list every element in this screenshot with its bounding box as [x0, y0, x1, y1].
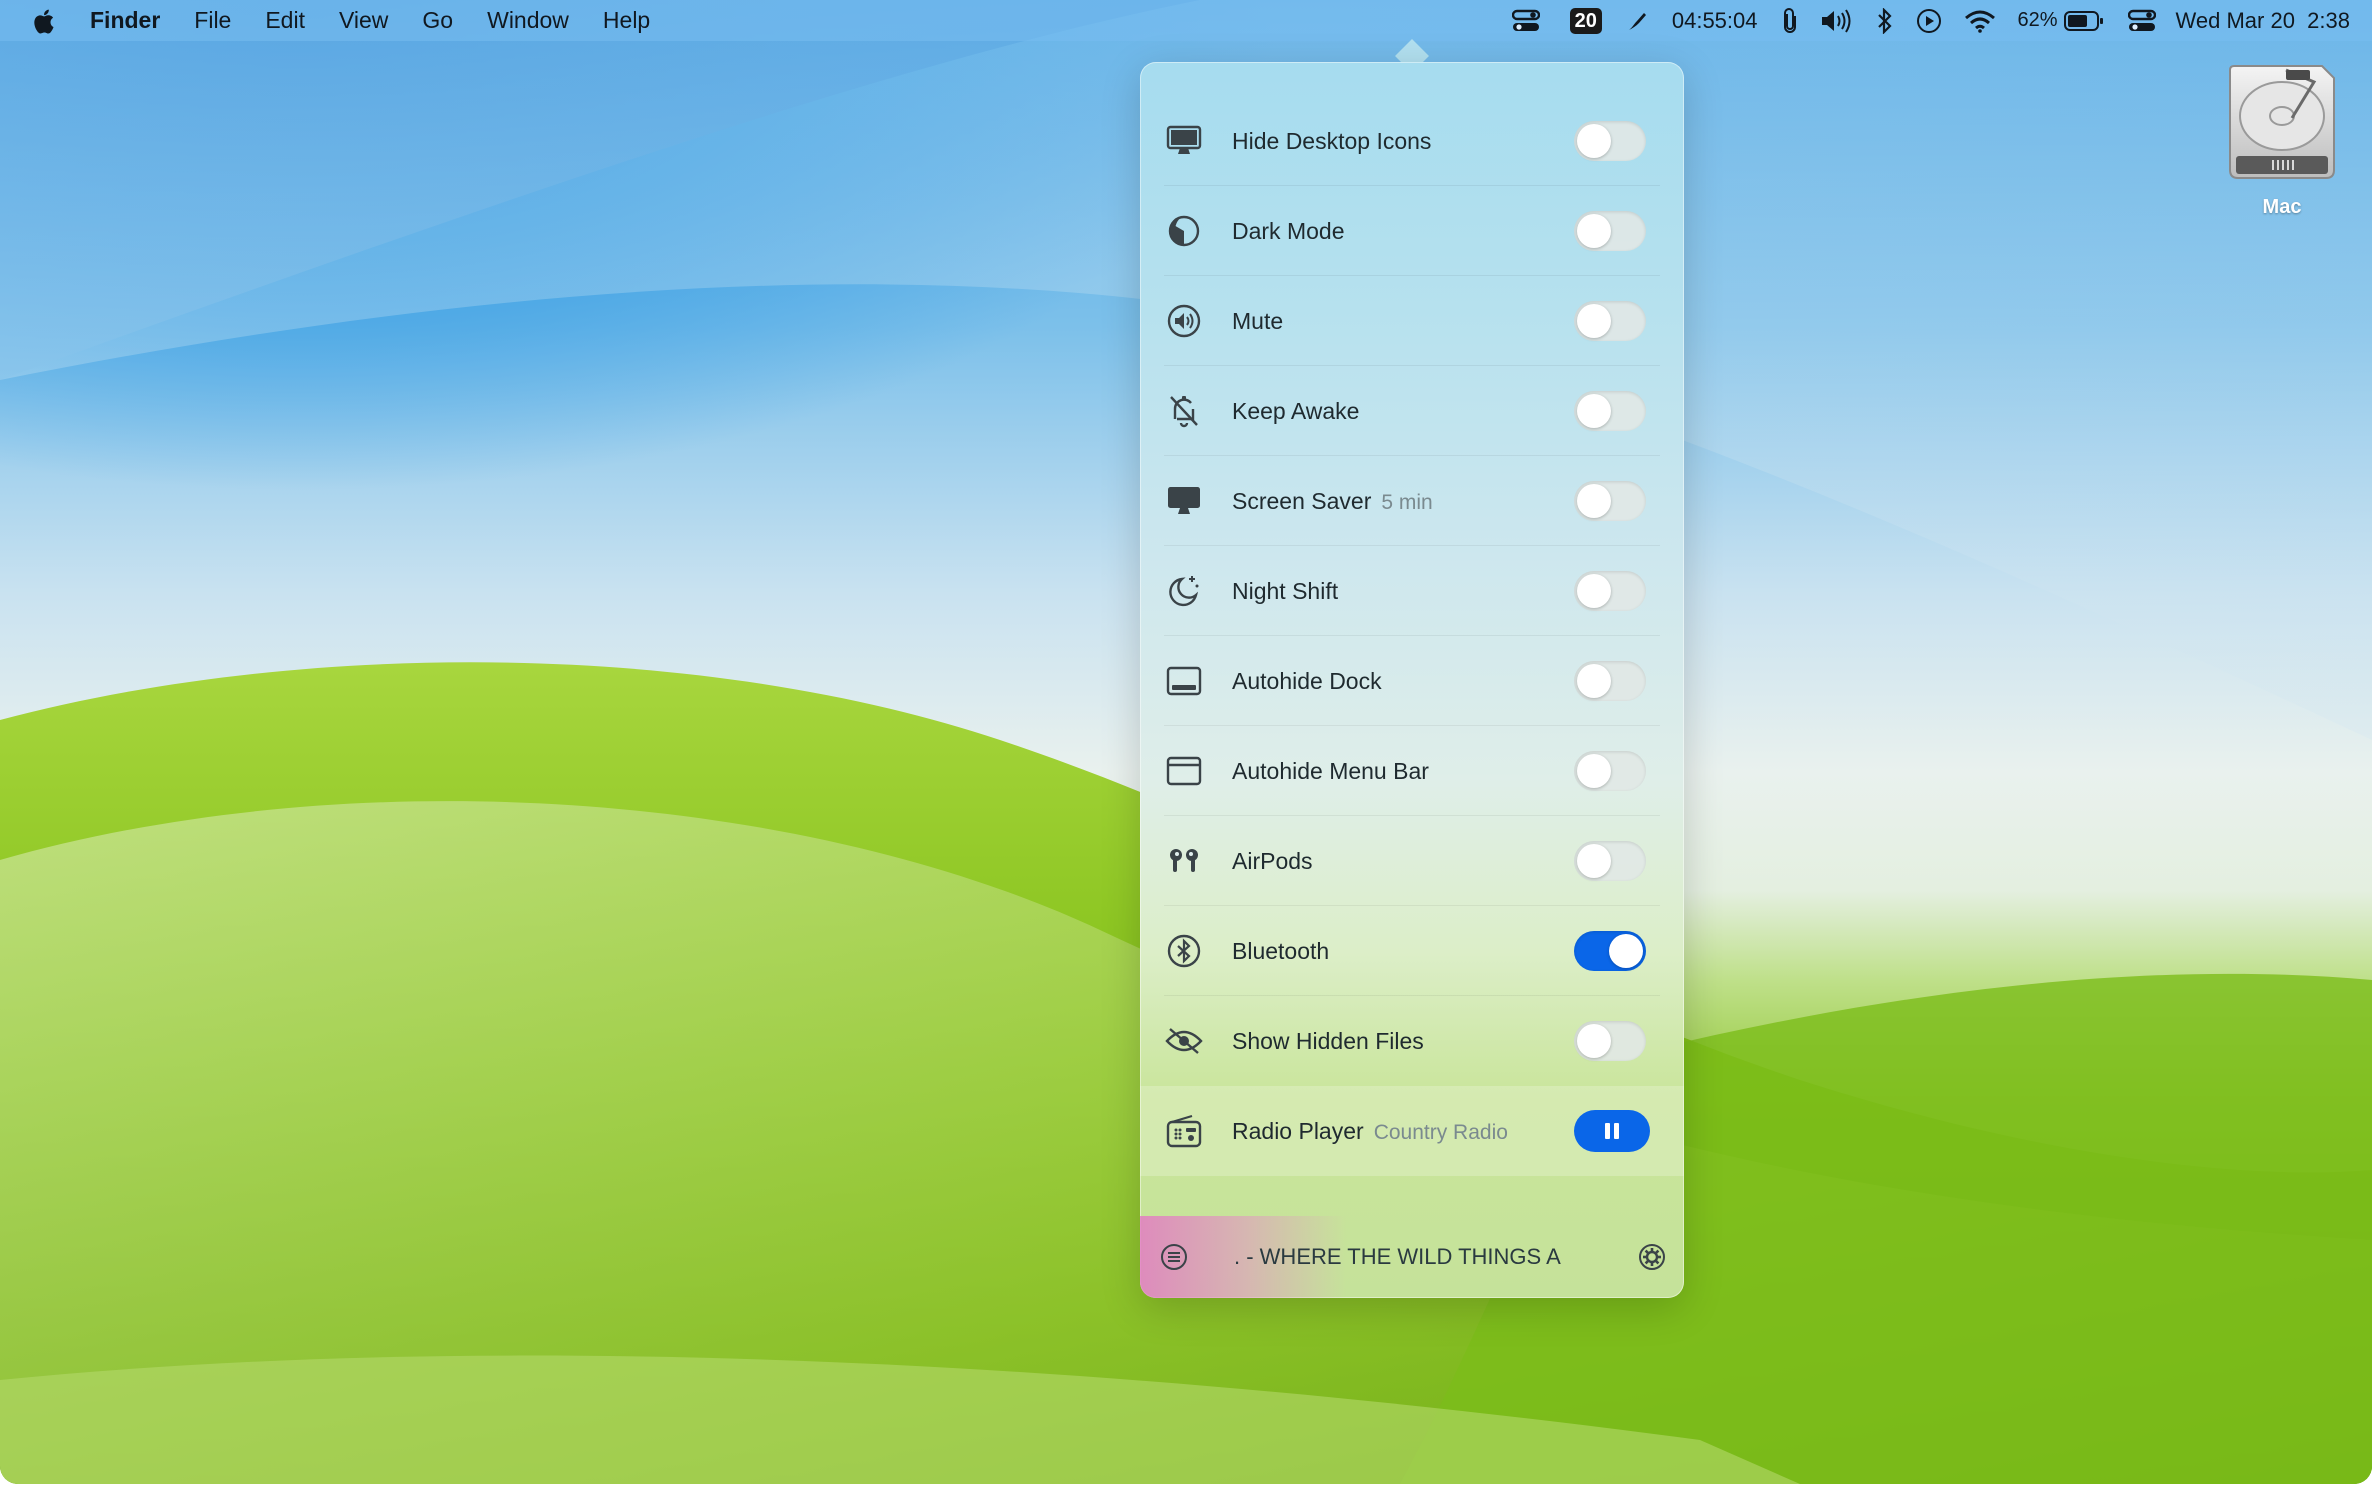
row-radio-player[interactable]: Radio Player Country Radio: [1140, 1086, 1684, 1176]
sleep-off-icon: [1164, 391, 1204, 431]
speaker-icon: [1164, 301, 1204, 341]
toggle-knob: [1577, 754, 1611, 788]
toggle-knob: [1577, 844, 1611, 878]
drive-label: Mac: [2262, 196, 2302, 218]
toggle-knob: [1577, 574, 1611, 608]
toggle-screen-saver[interactable]: [1574, 481, 1646, 521]
now-playing-title: . - WHERE THE WILD THINGS A: [1234, 1244, 1561, 1269]
battery-icon[interactable]: [2063, 0, 2104, 41]
row-label: Autohide Menu Bar: [1232, 757, 1429, 784]
window-icon: [1164, 751, 1204, 791]
toggle-night-shift[interactable]: [1574, 571, 1646, 611]
toggle-keep-awake[interactable]: [1574, 391, 1646, 431]
toggle-show-hidden-files[interactable]: [1574, 1021, 1646, 1061]
toggle-autohide-menu-bar[interactable]: [1574, 751, 1646, 791]
toggle-knob: [1577, 124, 1611, 158]
toggle-dark-mode[interactable]: [1574, 211, 1646, 251]
menu-edit[interactable]: Edit: [265, 7, 305, 34]
battery-percent: 62%: [2017, 9, 2058, 31]
toggle-knob: [1577, 214, 1611, 248]
row-label-text: Screen Saver: [1232, 487, 1372, 514]
menu-bar: Finder File Edit View Go Window Help 20 …: [0, 0, 2372, 41]
pen-icon[interactable]: [1626, 0, 1650, 41]
menu-app-name[interactable]: Finder: [90, 7, 160, 34]
toggle-autohide-dock[interactable]: [1574, 661, 1646, 701]
toggle-knob: [1577, 1024, 1611, 1058]
toolbox-popover: Hide Desktop Icons Dark Mode Mute Keep A…: [1140, 62, 1684, 1298]
row-airpods[interactable]: AirPods: [1140, 816, 1684, 906]
row-label: Hide Desktop Icons: [1232, 127, 1432, 154]
toggle-knob: [1577, 484, 1611, 518]
radio-station: Country Radio: [1373, 1120, 1508, 1144]
row-label: Screen Saver 5 min: [1232, 488, 1433, 515]
menu-window[interactable]: Window: [487, 7, 569, 34]
gear-icon[interactable]: [1636, 1241, 1668, 1273]
row-night-shift[interactable]: Night Shift: [1140, 546, 1684, 636]
row-keep-awake[interactable]: Keep Awake: [1140, 366, 1684, 456]
toggle-mute[interactable]: [1574, 301, 1646, 341]
menu-help[interactable]: Help: [603, 7, 650, 34]
radio-icon: [1164, 1111, 1204, 1151]
screen-saver-delay: 5 min: [1381, 490, 1433, 514]
toggle-hide-desktop-icons[interactable]: [1574, 121, 1646, 161]
toggle-bluetooth[interactable]: [1574, 931, 1646, 971]
control-center-icon[interactable]: [2127, 0, 2156, 41]
row-label: Autohide Dock: [1232, 667, 1382, 694]
row-screen-saver[interactable]: Screen Saver 5 min: [1140, 456, 1684, 546]
radio-pause-button[interactable]: [1574, 1110, 1650, 1152]
row-hide-desktop-icons[interactable]: Hide Desktop Icons: [1140, 96, 1684, 186]
row-label: Dark Mode: [1232, 217, 1345, 244]
menu-lines-icon[interactable]: [1158, 1241, 1190, 1273]
row-mute[interactable]: Mute: [1140, 276, 1684, 366]
now-playing-bar: . - WHERE THE WILD THINGS A: [1140, 1216, 1684, 1298]
row-autohide-dock[interactable]: Autohide Dock: [1140, 636, 1684, 726]
bluetooth-icon: [1164, 931, 1204, 971]
desktop-icon: [1164, 121, 1204, 161]
toggle-knob: [1609, 934, 1643, 968]
row-label: Night Shift: [1232, 577, 1339, 604]
row-bluetooth[interactable]: Bluetooth: [1140, 906, 1684, 996]
timer-readout[interactable]: 04:55:04: [1672, 0, 1758, 41]
toggle-airpods[interactable]: [1574, 841, 1646, 881]
eye-slash-icon: [1164, 1021, 1204, 1061]
desktop-drive[interactable]: Mac: [2212, 58, 2352, 219]
row-show-hidden-files[interactable]: Show Hidden Files: [1140, 996, 1684, 1086]
row-label: Radio Player Country Radio: [1232, 1118, 1508, 1145]
row-label: Mute: [1232, 307, 1284, 334]
hard-drive-icon: [2229, 65, 2335, 179]
moon-icon: [1164, 571, 1204, 611]
row-label: Keep Awake: [1232, 397, 1360, 424]
toggle-knob: [1577, 664, 1611, 698]
airpods-icon: [1164, 841, 1204, 881]
row-dark-mode[interactable]: Dark Mode: [1140, 186, 1684, 276]
wifi-icon[interactable]: [1964, 0, 1996, 41]
menubar-datetime[interactable]: Wed Mar 20 2:38: [2176, 0, 2350, 41]
toggles-icon[interactable]: [1511, 0, 1540, 41]
menu-file[interactable]: File: [194, 7, 231, 34]
pause-icon: [1614, 1123, 1619, 1139]
calendar-badge[interactable]: 20: [1569, 0, 1602, 41]
paperclip-icon[interactable]: [1782, 0, 1798, 41]
radio-label: Radio Player: [1232, 1117, 1364, 1144]
dark-mode-icon: [1164, 211, 1204, 251]
toggle-knob: [1577, 304, 1611, 338]
pause-icon: [1605, 1123, 1610, 1139]
row-label: Show Hidden Files: [1232, 1027, 1424, 1054]
menu-go[interactable]: Go: [422, 7, 453, 34]
bluetooth-icon[interactable]: [1876, 0, 1894, 41]
menu-view[interactable]: View: [339, 7, 388, 34]
play-icon[interactable]: [1916, 0, 1942, 41]
row-autohide-menu-bar[interactable]: Autohide Menu Bar: [1140, 726, 1684, 816]
apple-icon[interactable]: [30, 6, 60, 36]
toggle-knob: [1577, 394, 1611, 428]
volume-icon[interactable]: [1820, 0, 1854, 41]
row-label: Bluetooth: [1232, 937, 1330, 964]
monitor-icon: [1164, 481, 1204, 521]
dock-icon: [1164, 661, 1204, 701]
row-label: AirPods: [1232, 847, 1313, 874]
